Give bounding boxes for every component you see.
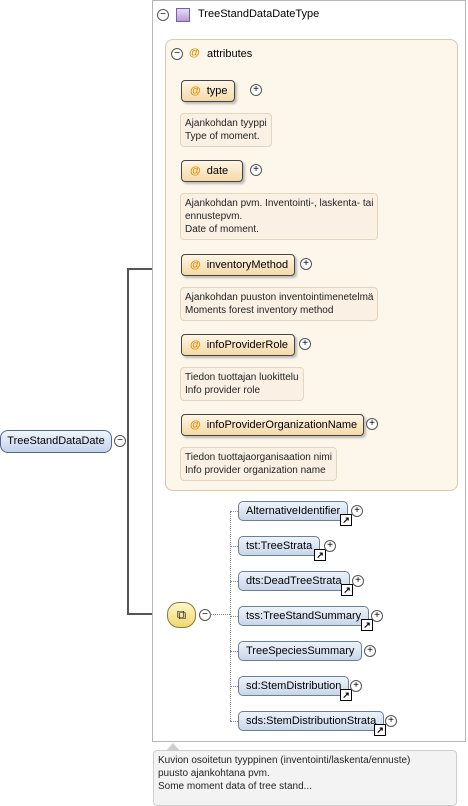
- attribute-node-info-provider-role[interactable]: @ infoProviderRole: [181, 334, 296, 356]
- attributes-collapse-icon[interactable]: −: [171, 48, 183, 60]
- attribute-doc: Ajankohdan tyyppi Type of moment.: [180, 113, 272, 147]
- element-node-tree-stand-summary[interactable]: tss:TreeStandSummary: [238, 606, 370, 626]
- reference-arrow-icon[interactable]: ↗: [340, 514, 352, 526]
- attribute-label: date: [206, 165, 229, 177]
- tree-connector: [230, 616, 238, 617]
- expand-icon[interactable]: +: [299, 338, 311, 350]
- tree-connector: [230, 511, 238, 512]
- element-node-stem-distribution[interactable]: sd:StemDistribution: [238, 676, 350, 696]
- attribute-at-icon: @: [189, 47, 200, 59]
- attribute-label: infoProviderRole: [206, 339, 289, 351]
- attributes-header-label: attributes: [207, 48, 253, 60]
- root-collapse-icon[interactable]: −: [114, 435, 126, 447]
- doc-line: Ajankohdan puuston inventointimenetelmä: [185, 292, 374, 303]
- doc-line: ennustepvm.: [185, 211, 243, 222]
- attribute-node-info-provider-organization-name[interactable]: @ infoProviderOrganizationName: [181, 414, 365, 436]
- expand-icon[interactable]: +: [351, 505, 363, 517]
- tree-connector: [210, 614, 230, 615]
- complex-type-icon: [176, 8, 190, 22]
- root-element-node[interactable]: TreeStandDataDate: [0, 430, 112, 453]
- reference-arrow-icon[interactable]: ↗: [340, 689, 352, 701]
- reference-arrow-icon[interactable]: ↗: [341, 584, 353, 596]
- expand-icon[interactable]: +: [371, 610, 383, 622]
- doc-line: Tiedon tuottajan luokittelu: [185, 372, 299, 383]
- expand-icon[interactable]: +: [250, 164, 262, 176]
- tree-connector: [230, 721, 238, 722]
- expand-icon[interactable]: +: [250, 84, 262, 96]
- doc-line: Kuvion osoitetun tyyppinen (inventointi/…: [158, 755, 411, 766]
- reference-arrow-icon[interactable]: ↗: [314, 549, 326, 561]
- doc-line: Some moment data of tree stand...: [158, 781, 312, 792]
- tree-connector: [230, 651, 238, 652]
- type-collapse-icon[interactable]: −: [157, 9, 169, 21]
- element-node-tree-strata[interactable]: tst:TreeStrata: [238, 536, 321, 556]
- sequence-collapse-icon[interactable]: −: [199, 609, 211, 621]
- expand-icon[interactable]: +: [352, 575, 364, 587]
- expand-icon[interactable]: +: [350, 680, 362, 692]
- doc-line: Info provider role: [185, 385, 261, 396]
- doc-line: Ajankohdan tyyppi: [185, 118, 267, 129]
- expand-icon[interactable]: +: [366, 418, 378, 430]
- element-node-alternative-identifier[interactable]: AlternativeIdentifier: [238, 501, 349, 521]
- attribute-label: type: [206, 85, 228, 97]
- attribute-label: inventoryMethod: [206, 259, 289, 271]
- doc-line: Tiedon tuottajaorganisaation nimi: [185, 452, 332, 463]
- attribute-at-icon: @: [190, 85, 201, 97]
- doc-line: Moments forest inventory method: [185, 305, 334, 316]
- attribute-doc: Tiedon tuottajaorganisaation nimi Info p…: [180, 447, 337, 481]
- tree-connector: [230, 686, 238, 687]
- doc-line: Date of moment.: [185, 224, 259, 235]
- expand-icon[interactable]: +: [300, 258, 312, 270]
- expand-icon[interactable]: +: [364, 645, 376, 657]
- expand-icon[interactable]: +: [324, 540, 336, 552]
- doc-line: puusto ajankohtana pvm.: [158, 768, 270, 779]
- attribute-at-icon: @: [190, 419, 201, 431]
- attribute-node-date[interactable]: @ date: [181, 160, 244, 182]
- expand-icon[interactable]: +: [385, 715, 397, 727]
- reference-arrow-icon[interactable]: ↗: [361, 619, 373, 631]
- tree-connector: [230, 546, 238, 547]
- attribute-label: infoProviderOrganizationName: [206, 419, 358, 431]
- attribute-node-inventory-method[interactable]: @ inventoryMethod: [181, 254, 296, 276]
- doc-line: Ajankohdan pvm. Inventointi-, laskenta- …: [185, 198, 374, 209]
- type-header-label: TreeStandDataDateType: [198, 8, 320, 20]
- attribute-at-icon: @: [190, 339, 201, 351]
- reference-arrow-icon[interactable]: ↗: [374, 724, 386, 736]
- attribute-at-icon: @: [190, 165, 201, 177]
- attribute-doc: Ajankohdan pvm. Inventointi-, laskenta- …: [180, 193, 379, 240]
- connector-line: [127, 268, 129, 615]
- element-node-tree-species-summary[interactable]: TreeSpeciesSummary: [238, 641, 363, 661]
- element-node-stem-distribution-strata[interactable]: sds:StemDistributionStrata: [238, 711, 385, 731]
- element-node-dead-tree-strata[interactable]: dts:DeadTreeStrata: [238, 571, 350, 591]
- element-annotation: Kuvion osoitetun tyyppinen (inventointi/…: [153, 750, 457, 806]
- attribute-at-icon: @: [190, 259, 201, 271]
- sequence-icon: ⧉: [167, 602, 196, 628]
- attribute-node-type[interactable]: @ type: [181, 80, 235, 102]
- tree-connector: [230, 581, 238, 582]
- attribute-doc: Ajankohdan puuston inventointimenetelmä …: [180, 287, 379, 321]
- attribute-doc: Tiedon tuottajan luokittelu Info provide…: [180, 367, 304, 401]
- doc-line: Info provider organization name: [185, 465, 326, 476]
- doc-line: Type of moment.: [185, 131, 260, 142]
